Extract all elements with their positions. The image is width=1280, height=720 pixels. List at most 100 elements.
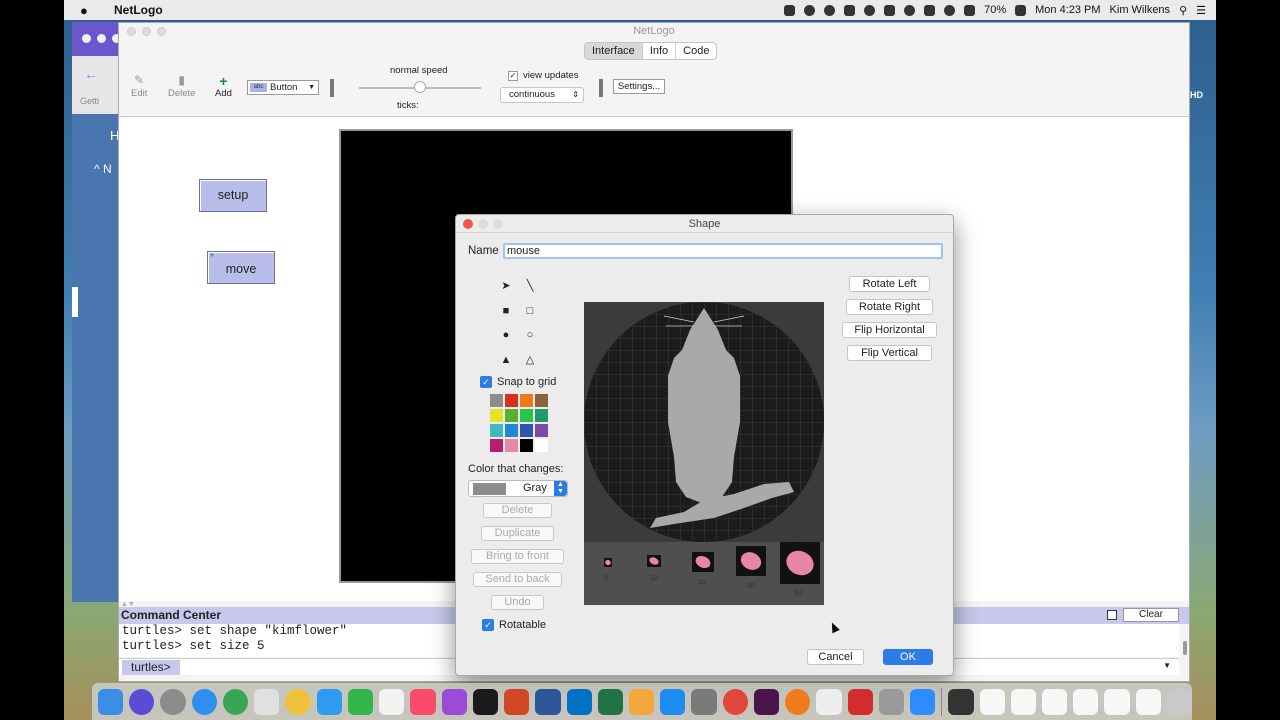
color-swatch[interactable] <box>505 439 518 452</box>
update-mode-select[interactable]: continuous ⇕ <box>500 87 584 103</box>
shape-editor-canvas[interactable] <box>584 302 824 542</box>
color-swatch[interactable] <box>490 409 503 422</box>
launchpad-icon[interactable] <box>160 688 186 715</box>
color-swatch[interactable] <box>490 439 503 452</box>
duplicate-button[interactable]: Duplicate <box>481 526 554 541</box>
calendar-icon[interactable] <box>379 688 405 715</box>
delete-shape-part-button[interactable]: Delete <box>483 503 552 518</box>
screen-icon[interactable] <box>844 4 856 16</box>
setup-button[interactable]: setup <box>199 179 267 212</box>
word-icon[interactable] <box>535 688 561 715</box>
color-swatch[interactable] <box>535 424 548 437</box>
color-swatch[interactable] <box>505 424 518 437</box>
rotatable-toggle[interactable]: ✓ Rotatable <box>482 619 546 631</box>
preview-icon[interactable] <box>816 688 842 715</box>
menu-extra-icon[interactable] <box>784 4 796 16</box>
podcasts-icon[interactable] <box>441 688 467 715</box>
flip-horizontal-button[interactable]: Flip Horizontal <box>842 322 937 338</box>
view-updates-checkbox[interactable]: ✓ <box>508 70 518 81</box>
color-swatch[interactable] <box>505 394 518 407</box>
agent-type-select[interactable]: turtles> <box>122 660 180 675</box>
delete-tool[interactable]: ▮ Delete <box>168 73 195 99</box>
cancel-button[interactable]: Cancel <box>807 649 864 665</box>
edit-tool[interactable]: ✎ Edit <box>131 73 147 99</box>
siri-icon[interactable] <box>129 688 155 715</box>
select-tool-arrow-icon[interactable]: ➤ <box>499 279 513 293</box>
apple-tv-icon[interactable] <box>472 688 499 715</box>
color-swatch[interactable] <box>535 439 548 452</box>
shield-icon[interactable] <box>804 4 816 16</box>
tab-interface[interactable]: Interface <box>585 43 643 59</box>
firefox-icon[interactable] <box>785 688 811 715</box>
office-icon[interactable] <box>628 688 655 715</box>
volume-icon[interactable] <box>964 4 976 16</box>
shape-name-input[interactable]: mouse <box>503 243 943 259</box>
window-thumbnail[interactable] <box>1042 688 1068 715</box>
spotlight-icon[interactable]: ⚲ <box>1179 4 1187 17</box>
bluetooth-icon[interactable] <box>924 4 936 16</box>
outlook-icon[interactable] <box>566 688 592 715</box>
chevron-down-icon[interactable]: ▼ <box>1163 661 1171 670</box>
snap-checkbox-icon[interactable]: ✓ <box>480 376 492 388</box>
scrollbar[interactable] <box>1183 641 1187 655</box>
view-updates-toggle[interactable]: ✓ view updates <box>508 70 578 81</box>
messages-icon[interactable] <box>316 688 342 715</box>
ok-button[interactable]: OK <box>883 649 933 665</box>
line-tool-icon[interactable]: ╲ <box>523 279 537 293</box>
color-swatch[interactable] <box>535 409 548 422</box>
photos-icon[interactable] <box>285 688 311 715</box>
printer-icon[interactable] <box>878 688 905 715</box>
time-machine-icon[interactable] <box>904 4 916 16</box>
user-name[interactable]: Kim Wilkens <box>1110 4 1171 16</box>
tab-info[interactable]: Info <box>643 43 677 59</box>
snap-to-grid-toggle[interactable]: ✓ Snap to grid <box>480 376 556 388</box>
creative-cloud-icon[interactable] <box>824 4 836 16</box>
app-store-icon[interactable] <box>660 688 686 715</box>
safari-icon[interactable] <box>191 688 217 715</box>
move-button[interactable]: * move <box>207 251 275 284</box>
speed-slider-knob[interactable] <box>414 81 426 93</box>
finder-icon[interactable] <box>98 688 124 715</box>
window-thumbnail[interactable] <box>1073 688 1099 715</box>
app-menu-netlogo[interactable]: NetLogo <box>114 3 163 17</box>
record-icon[interactable] <box>864 4 876 16</box>
rotate-left-button[interactable]: Rotate Left <box>849 276 930 292</box>
powerpoint-icon[interactable] <box>504 688 530 715</box>
apple-icon[interactable]: ● <box>80 3 98 18</box>
color-swatch[interactable] <box>490 394 503 407</box>
color-swatch[interactable] <box>520 394 533 407</box>
netlogo-dock-icon[interactable] <box>222 688 249 715</box>
filled-polygon-tool-icon[interactable]: ▲ <box>499 353 513 367</box>
clock[interactable]: Mon 4:23 PM <box>1035 4 1100 16</box>
rotate-right-button[interactable]: Rotate Right <box>846 299 933 315</box>
excel-icon[interactable] <box>597 688 623 715</box>
wifi-icon[interactable] <box>944 4 956 16</box>
color-swatch[interactable] <box>535 394 548 407</box>
battery-icon[interactable] <box>1015 4 1027 16</box>
maps-icon[interactable] <box>254 688 280 715</box>
polygon-tool-icon[interactable]: △ <box>523 353 537 367</box>
airplay-icon[interactable] <box>884 4 896 16</box>
send-to-back-button[interactable]: Send to back <box>473 572 562 587</box>
add-tool[interactable]: + Add <box>215 73 232 99</box>
trash-icon[interactable] <box>1166 688 1193 715</box>
zoom-app-icon[interactable] <box>910 688 936 715</box>
back-arrow-icon[interactable]: ← <box>84 66 98 82</box>
window-thumbnail[interactable] <box>1104 688 1130 715</box>
rectangle-tool-icon[interactable]: □ <box>523 304 537 318</box>
expand-icon[interactable] <box>1107 610 1117 620</box>
slack-icon[interactable] <box>753 688 780 715</box>
close-icon[interactable] <box>463 219 473 229</box>
color-swatch[interactable] <box>490 424 503 437</box>
window-thumbnail[interactable] <box>948 688 974 715</box>
color-swatch[interactable] <box>520 409 533 422</box>
window-thumbnail[interactable] <box>1135 688 1161 715</box>
system-preferences-icon[interactable] <box>691 688 717 715</box>
color-select[interactable]: Gray ▲ ▼ <box>468 480 568 497</box>
undo-button[interactable]: Undo <box>491 595 544 610</box>
clear-button[interactable]: Clear <box>1123 608 1179 622</box>
bring-to-front-button[interactable]: Bring to front <box>471 549 564 564</box>
control-center-icon[interactable]: ☰ <box>1196 4 1206 17</box>
chrome-icon[interactable] <box>722 688 748 715</box>
filled-rectangle-tool-icon[interactable]: ■ <box>499 304 513 318</box>
